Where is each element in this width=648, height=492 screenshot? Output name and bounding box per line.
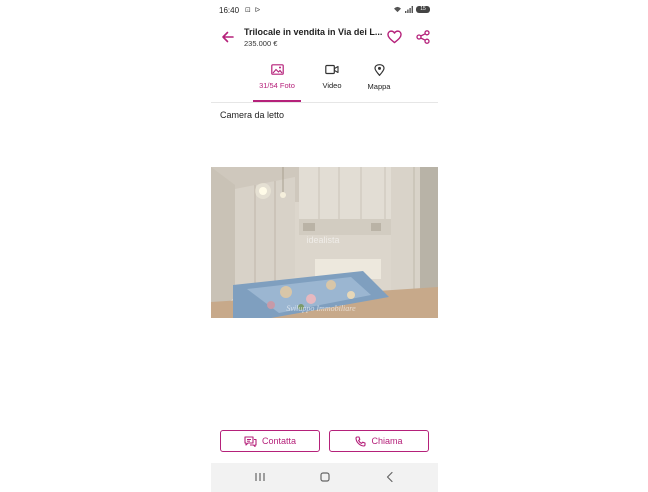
contatta-button[interactable]: Contatta	[220, 430, 320, 452]
video-icon	[325, 64, 339, 75]
app-header: Trilocale in vendita in Via dei L... 235…	[211, 22, 438, 54]
tab-foto[interactable]: 31/54 Foto	[253, 64, 301, 102]
heart-icon[interactable]	[387, 30, 402, 44]
listing-title: Trilocale in vendita in Via dei L...	[244, 27, 383, 37]
contatta-label: Contatta	[261, 436, 297, 446]
phone-icon	[355, 435, 367, 447]
tab-mappa[interactable]: Mappa	[361, 64, 397, 91]
system-nav-bar	[211, 463, 438, 492]
recent-apps-icon[interactable]	[254, 471, 266, 483]
svg-text:Sviluppo Immobiliare: Sviluppo Immobiliare	[286, 304, 356, 313]
status-right: 15	[393, 6, 430, 13]
chiama-label: Chiama	[371, 436, 403, 446]
bedroom-photo: idealista Sviluppo Immobiliare	[211, 167, 438, 318]
status-bar: 16:40 ⊡ ᐅ 15	[211, 0, 438, 22]
active-tab-indicator	[253, 100, 301, 102]
signal-icon	[405, 6, 413, 13]
status-time: 16:40	[219, 6, 240, 15]
tab-video-label: Video	[322, 81, 342, 90]
notification-icons: ⊡ ᐅ	[245, 7, 262, 14]
image-icon	[270, 64, 284, 75]
photo-caption: Camera da letto	[220, 110, 285, 120]
phone-screen: 16:40 ⊡ ᐅ 15 Trilocale in vendita in Via…	[211, 0, 438, 492]
share-icon[interactable]	[416, 30, 430, 44]
svg-text:idealista: idealista	[306, 235, 339, 245]
tab-foto-label: 31/54 Foto	[259, 81, 295, 90]
back-arrow-icon[interactable]	[221, 30, 235, 44]
battery-icon: 15	[416, 6, 430, 13]
tab-video[interactable]: Video	[315, 64, 349, 90]
chiama-button[interactable]: Chiama	[329, 430, 429, 452]
chat-icon	[244, 435, 257, 447]
listing-heading: Trilocale in vendita in Via dei L... 235…	[244, 27, 384, 48]
media-tabs: 31/54 Foto Video Mappa	[211, 60, 438, 103]
home-icon[interactable]	[319, 471, 331, 483]
listing-photo[interactable]: idealista Sviluppo Immobiliare	[211, 167, 438, 318]
back-icon[interactable]	[384, 471, 396, 483]
wifi-icon	[394, 6, 401, 13]
tab-mappa-label: Mappa	[367, 82, 391, 91]
listing-price: 235.000 €	[244, 39, 278, 48]
map-pin-icon	[373, 64, 385, 76]
